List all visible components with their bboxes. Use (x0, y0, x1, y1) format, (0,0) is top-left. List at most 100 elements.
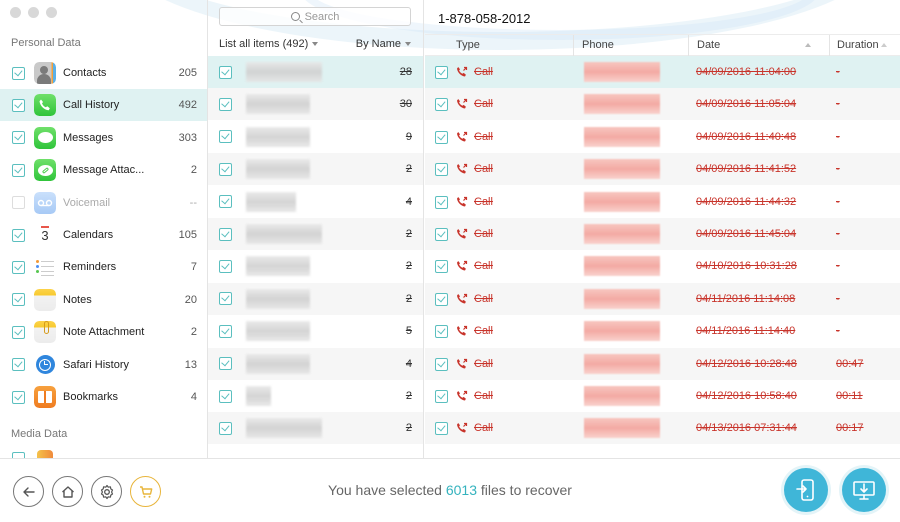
contact-row-checkbox[interactable] (219, 259, 232, 273)
sidebar-item-bookmarks[interactable]: Bookmarks 4 (0, 381, 207, 413)
sidebar-item-count: -- (189, 196, 197, 209)
call-row-checkbox[interactable] (435, 195, 448, 209)
call-row[interactable]: Call 04/09/2016 11:44:32 - (425, 185, 900, 218)
call-row-checkbox[interactable] (435, 130, 448, 144)
call-type: Call (474, 292, 493, 305)
zoom-window-button[interactable] (46, 7, 57, 18)
column-header-phone[interactable]: Phone (582, 35, 614, 56)
sidebar-item-message-attac[interactable]: Message Attac... 2 (0, 154, 207, 186)
contact-row[interactable]: 9 (208, 120, 423, 153)
sidebar-item-voicemail[interactable]: Voicemail -- (0, 187, 207, 219)
sidebar-item-checkbox[interactable] (12, 228, 25, 242)
column-divider[interactable] (829, 35, 830, 56)
recover-to-computer-button[interactable] (842, 468, 886, 512)
contact-row[interactable]: 2 (208, 250, 423, 283)
column-header-type[interactable]: Type (456, 35, 480, 56)
contact-row[interactable]: 5 (208, 315, 423, 348)
call-duration: - (836, 195, 840, 208)
close-window-button[interactable] (10, 7, 21, 18)
contact-row-checkbox[interactable] (219, 324, 232, 338)
call-row-checkbox[interactable] (435, 292, 448, 306)
call-row-checkbox[interactable] (435, 66, 448, 79)
contact-row[interactable]: 2 (208, 282, 423, 315)
sidebar-item-notes[interactable]: Notes 20 (0, 284, 207, 316)
column-header-duration[interactable]: Duration (837, 35, 879, 56)
sidebar-item-checkbox[interactable] (12, 358, 25, 372)
contact-row-checkbox[interactable] (219, 130, 232, 144)
sidebar-item-checkbox[interactable] (12, 131, 25, 145)
sidebar-item-checkbox[interactable] (12, 260, 25, 274)
minimize-window-button[interactable] (28, 7, 39, 18)
sidebar-item-calendars[interactable]: 3 Calendars 105 (0, 219, 207, 251)
sort-dropdown[interactable]: By Name (356, 38, 411, 50)
call-row[interactable]: Call 04/12/2016 10:58:40 00:11 (425, 380, 900, 412)
contact-row-checkbox[interactable] (219, 389, 232, 403)
sidebar-item-checkbox[interactable] (12, 390, 25, 404)
sidebar-item-checkbox[interactable] (12, 66, 25, 80)
column-divider[interactable] (688, 35, 689, 56)
sidebar-item-reminders[interactable]: Reminders 7 (0, 251, 207, 283)
app-window: Personal Data Contacts 205 Call History 492… (0, 0, 900, 522)
contact-row-checkbox[interactable] (219, 292, 232, 306)
column-header-date[interactable]: Date (697, 35, 720, 56)
call-row-checkbox[interactable] (435, 260, 448, 274)
call-row[interactable]: Call 04/11/2016 11:14:08 - (425, 282, 900, 315)
contact-row-checkbox[interactable] (219, 65, 232, 79)
contact-call-count: 2 (405, 163, 412, 176)
contact-row-checkbox[interactable] (219, 227, 232, 241)
contact-row-checkbox[interactable] (219, 162, 232, 176)
sidebar-item-checkbox[interactable] (12, 293, 25, 307)
contact-row-checkbox[interactable] (219, 357, 232, 371)
contact-row-checkbox[interactable] (219, 97, 232, 111)
call-row-checkbox[interactable] (435, 390, 448, 403)
contact-row[interactable]: 2 (208, 380, 423, 412)
column-divider[interactable] (573, 35, 574, 56)
contact-row[interactable]: 28 (208, 56, 423, 88)
call-row[interactable]: Call 04/11/2016 11:14:40 - (425, 315, 900, 348)
selected-count: 6013 (445, 482, 477, 498)
call-row-checkbox[interactable] (435, 228, 448, 241)
call-row-checkbox[interactable] (435, 98, 448, 112)
sidebar-item-contacts[interactable]: Contacts 205 (0, 57, 207, 89)
sidebar-item-messages[interactable]: Messages 303 (0, 122, 207, 154)
contact-row[interactable]: 4 (208, 185, 423, 218)
call-duration: - (836, 228, 840, 240)
contact-row[interactable]: 2 (208, 218, 423, 250)
call-row-checkbox[interactable] (435, 325, 448, 339)
search-input[interactable]: Search (219, 7, 411, 26)
contact-call-count: 4 (405, 195, 412, 208)
call-date: 04/11/2016 11:14:08 (696, 292, 796, 305)
call-row[interactable]: Call 04/09/2016 11:04:00 - (425, 56, 900, 88)
contact-row-checkbox[interactable] (219, 195, 232, 209)
contact-row[interactable]: 2 (208, 412, 423, 445)
sidebar-item-checkbox[interactable] (12, 325, 25, 339)
call-row-checkbox[interactable] (435, 357, 448, 371)
contact-row-checkbox[interactable] (219, 421, 232, 435)
call-row-checkbox[interactable] (435, 163, 448, 177)
call-row[interactable]: Call 04/09/2016 11:40:48 - (425, 120, 900, 153)
call-type: Call (474, 66, 493, 78)
call-row-checkbox[interactable] (435, 422, 448, 436)
redacted-phone-number (584, 224, 660, 244)
sidebar-item-note-attachment[interactable]: Note Attachment 2 (0, 316, 207, 348)
recover-to-device-button[interactable] (784, 468, 828, 512)
sidebar-item-checkbox[interactable] (12, 196, 25, 210)
call-row[interactable]: Call 04/10/2016 10:31:28 - (425, 250, 900, 283)
safari-history-icon (34, 354, 56, 376)
call-row[interactable]: Call 04/09/2016 11:05:04 - (425, 88, 900, 121)
contact-row[interactable]: 2 (208, 153, 423, 186)
sidebar-item-count: 205 (178, 67, 197, 79)
filter-dropdown[interactable]: List all items (492) (219, 38, 319, 50)
sidebar-item-checkbox[interactable] (12, 163, 25, 177)
call-row[interactable]: Call 04/12/2016 10:28:48 00:47 (425, 347, 900, 380)
contact-row[interactable]: 30 (208, 88, 423, 121)
call-row[interactable]: Call 04/09/2016 11:45:04 - (425, 218, 900, 250)
sidebar-item-call-history[interactable]: Call History 492 (0, 89, 207, 122)
contact-row[interactable]: 4 (208, 347, 423, 380)
sidebar-item-checkbox[interactable] (12, 98, 25, 112)
sidebar-item-safari-history[interactable]: Safari History 13 (0, 349, 207, 381)
contact-call-count: 2 (405, 390, 412, 402)
call-row[interactable]: Call 04/09/2016 11:41:52 - (425, 153, 900, 186)
call-row[interactable]: Call 04/13/2016 07:31:44 00:17 (425, 412, 900, 445)
sidebar-item-count: 2 (190, 164, 197, 177)
